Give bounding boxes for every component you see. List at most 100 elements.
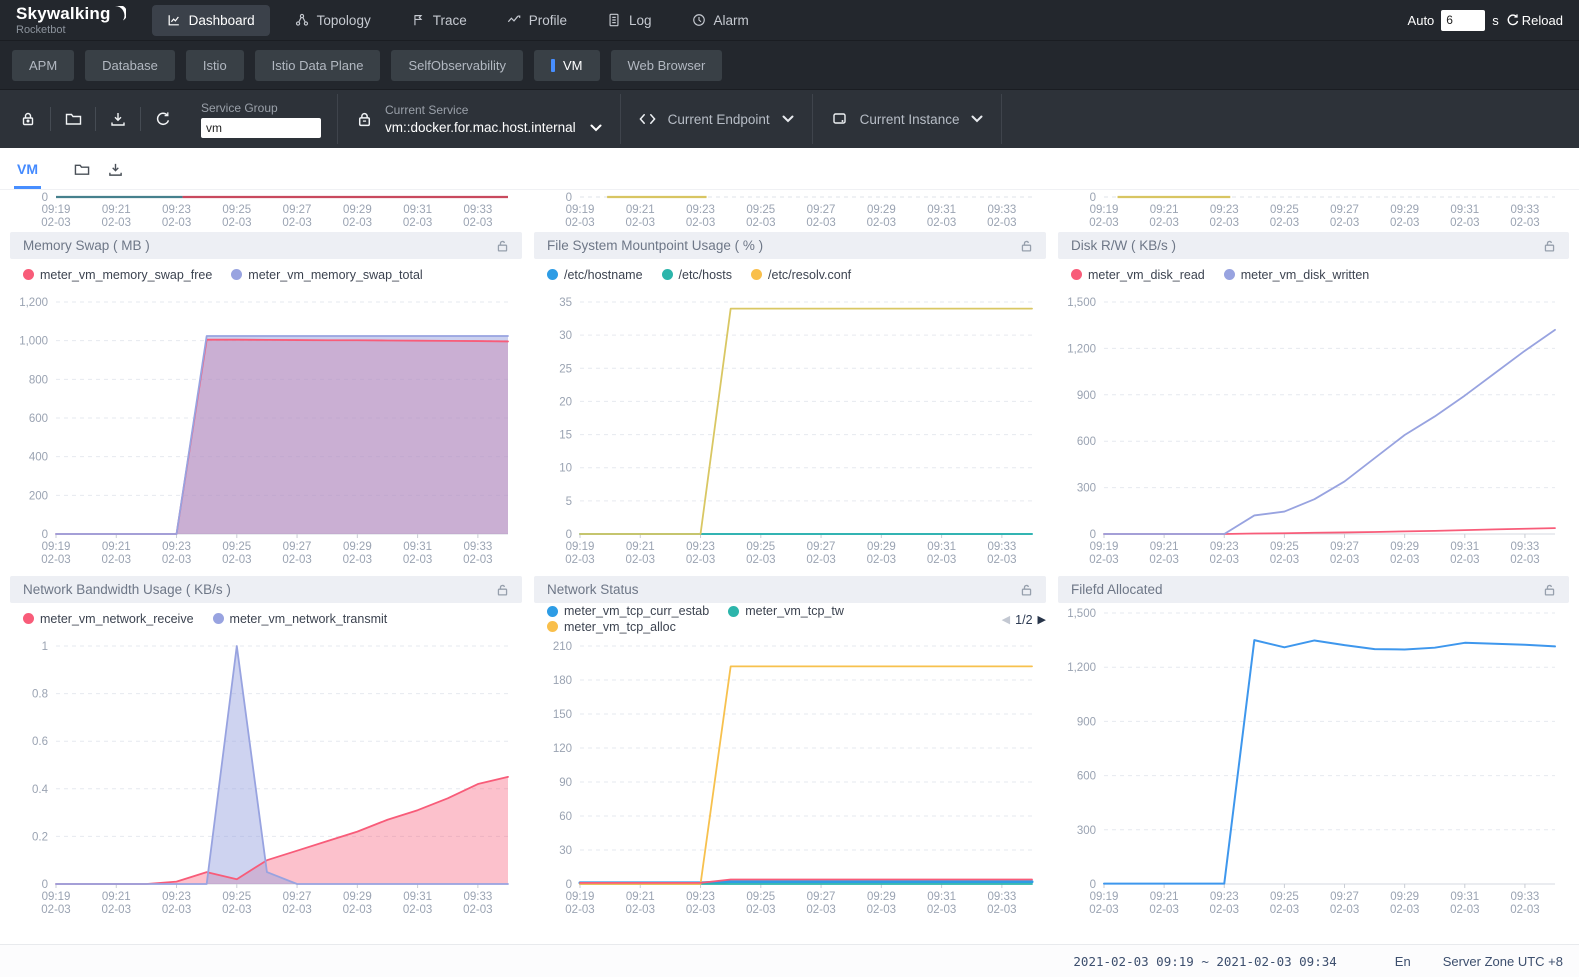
svg-text:400: 400: [29, 452, 48, 464]
download-icon: [108, 162, 123, 177]
auto-interval-input[interactable]: [1441, 10, 1485, 31]
nav-item-log[interactable]: Log: [592, 5, 667, 36]
svg-text:09:25: 09:25: [746, 891, 775, 903]
svg-text:09:25: 09:25: [1270, 541, 1299, 553]
export-template-button[interactable]: [107, 111, 129, 127]
svg-text:02-03: 02-03: [1390, 904, 1419, 916]
svg-text:120: 120: [553, 743, 572, 755]
svg-text:02-03: 02-03: [403, 217, 432, 229]
svg-text:02-03: 02-03: [746, 217, 775, 229]
panel-lock-button[interactable]: [1543, 583, 1556, 597]
tab-apm[interactable]: APM: [12, 50, 74, 81]
svg-text:09:23: 09:23: [162, 541, 191, 553]
legend-item[interactable]: meter_vm_tcp_curr_estab: [547, 604, 709, 618]
current-service-label: Current Service: [385, 103, 602, 117]
chart-legend: meter_vm_disk_read meter_vm_disk_written: [1058, 259, 1569, 292]
current-service-selector[interactable]: Current Service vm::docker.for.mac.host.…: [338, 103, 620, 135]
svg-text:02-03: 02-03: [102, 217, 131, 229]
cutoff-chart-3[interactable]: 009:1902-0309:2102-0309:2302-0309:2502-0…: [1058, 192, 1569, 230]
panel-lock-button[interactable]: [1020, 239, 1033, 253]
disk-rw-chart[interactable]: 03006009001,2001,50009:1902-0309:2102-03…: [1058, 292, 1569, 568]
svg-text:09:27: 09:27: [283, 541, 312, 553]
tab-istio-data-plane[interactable]: Istio Data Plane: [255, 50, 381, 81]
current-endpoint-selector[interactable]: Current Endpoint: [621, 112, 812, 127]
nav-item-label: Trace: [433, 13, 467, 28]
legend-pager: ◀ 1/2 ▶: [1002, 613, 1046, 627]
svg-text:02-03: 02-03: [1330, 554, 1359, 566]
filefd-allocated-chart[interactable]: 03006009001,2001,50009:1902-0309:2102-03…: [1058, 603, 1569, 918]
import-template-button[interactable]: [62, 111, 84, 127]
svg-text:02-03: 02-03: [686, 554, 715, 566]
import-view-button[interactable]: [74, 162, 90, 177]
svg-text:25: 25: [559, 363, 572, 375]
nav-item-trace[interactable]: Trace: [396, 5, 482, 36]
legend-item[interactable]: meter_vm_tcp_alloc: [547, 620, 676, 634]
tab-database[interactable]: Database: [85, 50, 175, 81]
svg-text:09:33: 09:33: [463, 204, 492, 216]
current-instance-selector[interactable]: Current Instance: [813, 111, 1002, 127]
svg-text:09:23: 09:23: [686, 204, 715, 216]
export-view-button[interactable]: [108, 162, 123, 177]
svg-text:02-03: 02-03: [806, 904, 835, 916]
view-tab-vm[interactable]: VM: [14, 161, 41, 189]
nav-item-label: Log: [629, 13, 652, 28]
svg-text:02-03: 02-03: [686, 904, 715, 916]
legend-item[interactable]: meter_vm_memory_swap_free: [23, 268, 212, 282]
service-group-input[interactable]: [201, 118, 321, 138]
nav-item-dashboard[interactable]: Dashboard: [152, 5, 270, 36]
reload-button[interactable]: Reload: [1506, 13, 1563, 28]
server-zone[interactable]: Server Zone UTC +8: [1443, 954, 1563, 969]
legend-item[interactable]: meter_vm_disk_written: [1224, 268, 1370, 282]
svg-text:09:25: 09:25: [222, 541, 251, 553]
legend-next-icon[interactable]: ▶: [1038, 613, 1046, 626]
svg-text:09:31: 09:31: [1450, 891, 1479, 903]
legend-item[interactable]: /etc/hosts: [662, 268, 733, 282]
svg-text:02-03: 02-03: [162, 217, 191, 229]
nav-item-alarm[interactable]: Alarm: [677, 5, 764, 36]
unlock-icon: [1020, 583, 1033, 597]
tab-vm[interactable]: VM: [534, 50, 600, 81]
nav-item-profile[interactable]: Profile: [492, 5, 582, 36]
svg-text:02-03: 02-03: [41, 904, 70, 916]
legend-item[interactable]: meter_vm_tcp_tw: [728, 604, 844, 618]
panel-lock-button[interactable]: [496, 583, 509, 597]
svg-text:09:23: 09:23: [1210, 541, 1239, 553]
cutoff-chart-1[interactable]: 009:1902-0309:2102-0309:2302-0309:2502-0…: [10, 192, 522, 230]
legend-item[interactable]: /etc/hostname: [547, 268, 643, 282]
refresh-templates-button[interactable]: [152, 111, 174, 127]
legend-item[interactable]: meter_vm_disk_read: [1071, 268, 1205, 282]
cutoff-chart-2[interactable]: 009:1902-0309:2102-0309:2302-0309:2502-0…: [534, 192, 1046, 230]
panel-lock-button[interactable]: [1020, 583, 1033, 597]
chart-legend: meter_vm_network_receive meter_vm_network…: [10, 603, 522, 636]
language-switch[interactable]: En: [1395, 954, 1411, 969]
instance-icon: [831, 111, 848, 127]
tab-istio[interactable]: Istio: [186, 50, 244, 81]
svg-text:09:27: 09:27: [807, 891, 836, 903]
svg-text:150: 150: [553, 709, 572, 721]
svg-text:09:19: 09:19: [1090, 541, 1119, 553]
tab-web-browser[interactable]: Web Browser: [611, 50, 723, 81]
svg-text:09:23: 09:23: [162, 891, 191, 903]
filesystem-usage-chart[interactable]: 0510152025303509:1902-0309:2102-0309:230…: [534, 292, 1046, 568]
lock-button[interactable]: [17, 111, 39, 127]
tab-label: APM: [29, 58, 57, 73]
network-bandwidth-chart[interactable]: 00.20.40.60.8109:1902-0309:2102-0309:230…: [10, 636, 522, 918]
legend-item[interactable]: meter_vm_memory_swap_total: [231, 268, 422, 282]
svg-text:300: 300: [1077, 825, 1096, 837]
tab-selfobservability[interactable]: SelfObservability: [391, 50, 523, 81]
footer-bar: 2021-02-03 09:19 ~ 2021-02-03 09:34 En S…: [0, 944, 1579, 977]
nav-item-topology[interactable]: Topology: [280, 5, 386, 36]
legend-prev-icon[interactable]: ◀: [1002, 613, 1010, 626]
auto-label: Auto: [1408, 13, 1435, 28]
legend-item[interactable]: /etc/resolv.conf: [751, 268, 851, 282]
svg-text:02-03: 02-03: [806, 554, 835, 566]
panel-lock-button[interactable]: [1543, 239, 1556, 253]
legend-item[interactable]: meter_vm_network_receive: [23, 612, 194, 626]
legend-item[interactable]: meter_vm_network_transmit: [213, 612, 388, 626]
time-range-picker[interactable]: 2021-02-03 09:19 ~ 2021-02-03 09:34: [1073, 954, 1336, 969]
svg-text:02-03: 02-03: [565, 217, 594, 229]
network-status-chart[interactable]: 030609012015018021009:1902-0309:2102-030…: [534, 636, 1046, 918]
memory-swap-chart[interactable]: 02004006008001,0001,20009:1902-0309:2102…: [10, 292, 522, 568]
panel-lock-button[interactable]: [496, 239, 509, 253]
toolbar-divider: [140, 107, 141, 131]
